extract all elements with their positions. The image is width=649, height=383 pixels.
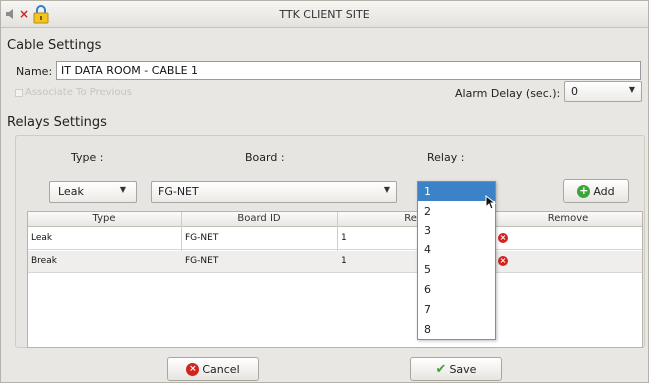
relay-option-7[interactable]: 7 [418,300,495,319]
window-title: TTK CLIENT SITE [279,8,370,21]
relays-settings-title: Relays Settings [7,115,107,130]
type-select[interactable]: Leak ▼ [49,181,137,203]
cable-settings-title: Cable Settings [7,38,102,53]
name-label: Name: [16,65,53,78]
relay-option-6[interactable]: 6 [418,280,495,299]
cancel-button[interactable]: × Cancel [167,357,259,381]
table-row[interactable]: Break FG-NET 1 × [28,251,642,273]
table-row[interactable]: Leak FG-NET 1 × [28,228,642,250]
column-header-remove[interactable]: Remove [494,213,642,224]
relay-option-2[interactable]: 2 [418,202,495,221]
checkbox-box[interactable] [15,88,23,97]
chevron-down-icon: ▼ [119,185,126,194]
column-header-board-id[interactable]: Board ID [182,213,336,224]
mouse-pointer-icon [485,195,497,210]
alarm-delay-select[interactable]: 0 ▼ [564,81,642,102]
board-select[interactable]: FG-NET ▼ [151,181,397,203]
board-value: FG-NET [158,185,199,198]
title-bar: × TTK CLIENT SITE [1,1,648,28]
alarm-delay-label: Alarm Delay (sec.): [455,87,561,100]
type-label: Type : [71,151,104,164]
type-value: Leak [58,185,84,198]
cell-type: Leak [31,233,53,243]
associate-label: Associate To Previous [25,87,133,98]
chevron-down-icon: ▼ [383,185,390,194]
chevron-down-icon: ▼ [628,85,635,94]
associate-to-previous-checkbox[interactable]: Associate To Previous [15,87,132,98]
plus-icon: + [577,183,591,198]
relay-option-8[interactable]: 8 [418,320,495,339]
remove-icon[interactable]: × [498,233,508,243]
checkmark-icon: ✔ [435,361,447,377]
dialog-window: × TTK CLIENT SITE Cable Settings Name: A… [0,0,649,383]
cell-relay: 1 [341,256,347,266]
table-header: Type Board ID Rela Remove [28,212,642,227]
cancel-label: Cancel [202,362,240,376]
cell-relay: 1 [341,233,347,243]
cell-type: Break [31,256,57,266]
relays-table: Type Board ID Rela Remove Leak FG-NET 1 … [27,211,643,348]
relay-option-4[interactable]: 4 [418,240,495,259]
cancel-icon: × [186,362,200,376]
column-header-type[interactable]: Type [28,213,180,224]
save-button[interactable]: ✔ Save [410,357,502,381]
add-label: Add [593,184,615,198]
cell-board-id: FG-NET [185,256,219,266]
relay-option-3[interactable]: 3 [418,221,495,240]
board-label: Board : [245,151,285,164]
relay-option-5[interactable]: 5 [418,260,495,279]
remove-icon[interactable]: × [498,256,508,266]
relay-label: Relay : [427,151,465,164]
relay-option-1[interactable]: 1 [418,182,495,201]
cell-board-id: FG-NET [185,233,219,243]
alarm-delay-value: 0 [571,85,578,98]
add-button[interactable]: + Add [563,179,629,203]
cable-name-input[interactable] [56,61,641,80]
save-label: Save [449,362,477,376]
